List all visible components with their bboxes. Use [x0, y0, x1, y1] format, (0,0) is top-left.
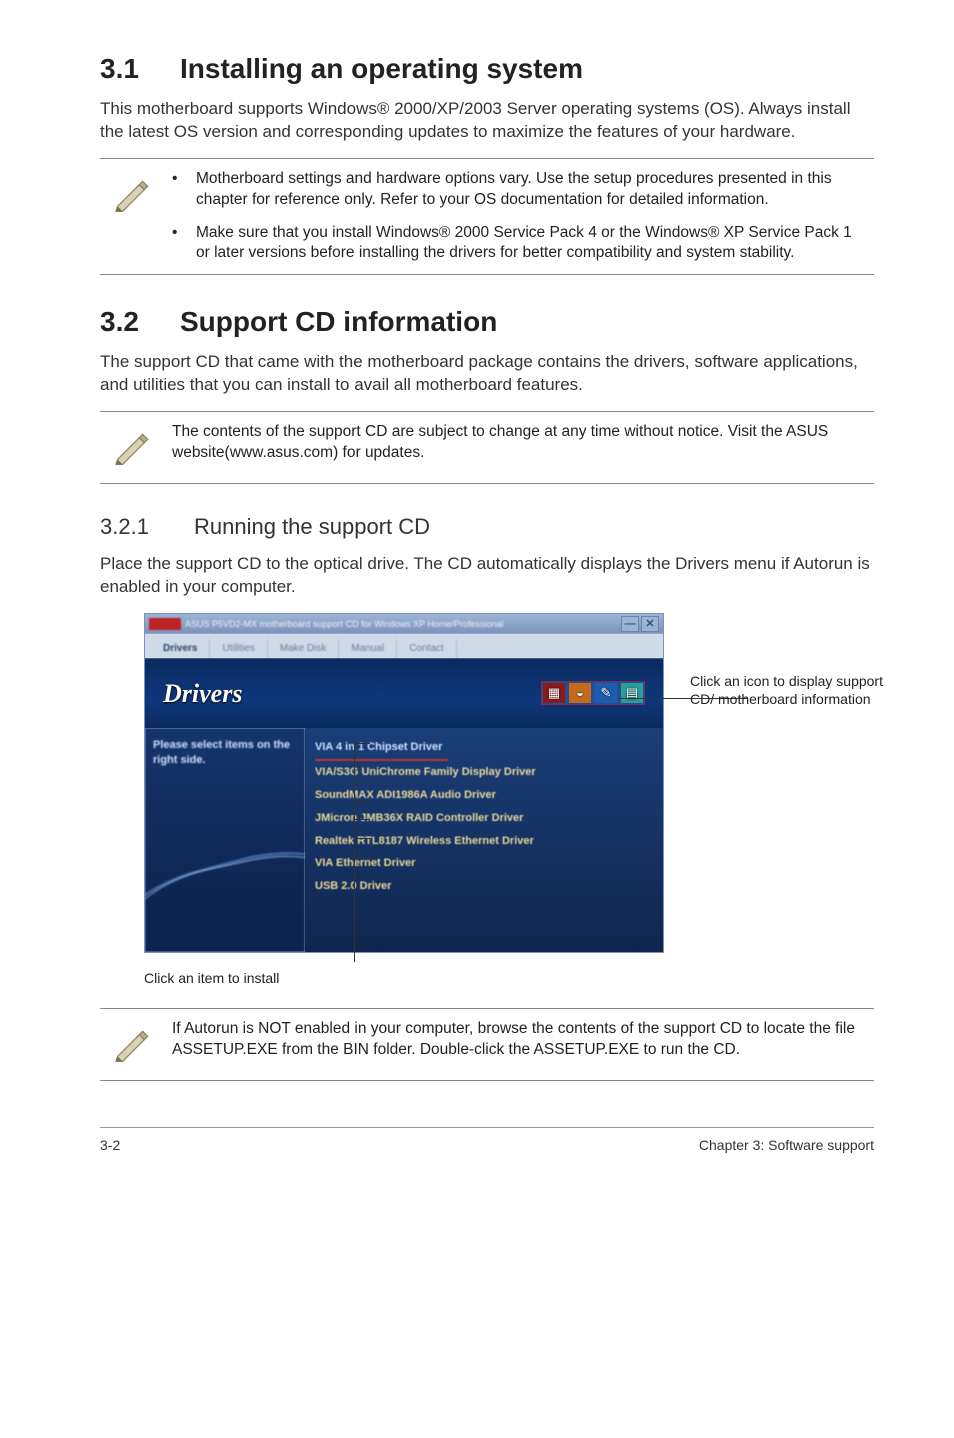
driver-item[interactable]: JMicron JMB36X RAID Controller Driver: [315, 807, 653, 830]
section-3-2-paragraph: The support CD that came with the mother…: [100, 351, 874, 397]
pencil-note-icon: [108, 169, 154, 220]
section-3-1-number: 3.1: [100, 50, 180, 88]
note-body-3-2: The contents of the support CD are subje…: [172, 422, 866, 464]
subsection-3-2-1-heading: 3.2.1Running the support CD: [100, 512, 874, 542]
browse-cd-icon[interactable]: ◒: [569, 683, 591, 703]
pencil-note-icon: [108, 1019, 154, 1070]
driver-item[interactable]: Realtek RTL8187 Wireless Ethernet Driver: [315, 830, 653, 853]
motherboard-info-icon[interactable]: ▦: [543, 683, 565, 703]
subsection-3-2-1-paragraph: Place the support CD to the optical driv…: [100, 553, 874, 599]
chapter-label: Chapter 3: Software support: [699, 1136, 874, 1155]
callout-connector: [354, 838, 370, 839]
screenshot-wrapper: ASUS P5VD2-MX motherboard support CD for…: [144, 613, 874, 963]
hero-banner: Drivers ▦ ◒ ✎ ▤: [145, 658, 663, 728]
tab-contact[interactable]: Contact: [397, 639, 456, 659]
note-box-3-2: The contents of the support CD are subje…: [100, 411, 874, 484]
bullet-icon: •: [172, 223, 182, 265]
subsection-3-2-1-number: 3.2.1: [100, 512, 194, 542]
screenshot-left-panel: Please select items on the right side.: [145, 728, 305, 952]
left-panel-label: Please select items on the right side.: [153, 739, 290, 766]
callout-icon-info: Click an icon to display support CD/ mot…: [690, 673, 890, 708]
hero-icon-group: ▦ ◒ ✎ ▤: [541, 681, 645, 705]
minimize-button[interactable]: —: [621, 616, 639, 632]
window-title-text: ASUS P5VD2-MX motherboard support CD for…: [185, 618, 503, 630]
tab-drivers[interactable]: Drivers: [151, 639, 210, 659]
note-box-3-1: • Motherboard settings and hardware optio…: [100, 158, 874, 276]
note-3-1-item-text: Motherboard settings and hardware option…: [196, 169, 866, 211]
page-footer: 3-2 Chapter 3: Software support: [100, 1127, 874, 1155]
read-me-icon[interactable]: ▤: [621, 683, 643, 703]
section-3-2-title: Support CD information: [180, 306, 497, 337]
driver-item[interactable]: USB 2.0 Driver: [315, 875, 653, 898]
section-3-2-heading: 3.2Support CD information: [100, 303, 874, 341]
tech-support-icon[interactable]: ✎: [595, 683, 617, 703]
note-3-1-item: • Make sure that you install Windows® 200…: [172, 223, 866, 265]
section-3-1-title: Installing an operating system: [180, 53, 583, 84]
support-cd-window: ASUS P5VD2-MX motherboard support CD for…: [144, 613, 664, 953]
callout-connector: [354, 781, 370, 782]
callout-click-item: Click an item to install: [144, 969, 874, 988]
section-3-1-paragraph: This motherboard supports Windows® 2000/…: [100, 98, 874, 144]
tab-utilities[interactable]: Utilities: [210, 639, 267, 659]
hero-title: Drivers: [163, 676, 242, 711]
pencil-note-icon: [108, 422, 154, 473]
callout-connector: [354, 857, 355, 962]
driver-item[interactable]: VIA Ethernet Driver: [315, 852, 653, 875]
driver-item[interactable]: SoundMAX ADI1986A Audio Driver: [315, 784, 653, 807]
note-3-1-item: • Motherboard settings and hardware optio…: [172, 169, 866, 211]
callout-connector: [354, 857, 370, 858]
subsection-3-2-1-title: Running the support CD: [194, 514, 430, 539]
note-body-3-1: • Motherboard settings and hardware optio…: [172, 169, 866, 265]
tab-make-disk[interactable]: Make Disk: [268, 639, 340, 659]
window-title-bar: ASUS P5VD2-MX motherboard support CD for…: [145, 614, 663, 634]
note-3-1-item-text: Make sure that you install Windows® 2000…: [196, 223, 866, 265]
callout-connector: [354, 800, 370, 801]
callout-connector: [354, 743, 370, 744]
note-body-autorun: If Autorun is NOT enabled in your comput…: [172, 1019, 866, 1061]
section-3-1-heading: 3.1Installing an operating system: [100, 50, 874, 88]
callout-connector: [354, 819, 370, 820]
asus-logo-icon: [149, 618, 181, 630]
bullet-icon: •: [172, 169, 182, 211]
callout-connector: [354, 762, 370, 763]
tab-manual[interactable]: Manual: [339, 639, 397, 659]
note-box-autorun: If Autorun is NOT enabled in your comput…: [100, 1008, 874, 1081]
section-3-2-number: 3.2: [100, 303, 180, 341]
page-number: 3-2: [100, 1136, 120, 1155]
close-button[interactable]: ✕: [641, 616, 659, 632]
driver-item[interactable]: VIA 4 in 1 Chipset Driver: [315, 736, 448, 761]
tab-bar: Drivers Utilities Make Disk Manual Conta…: [145, 634, 663, 658]
